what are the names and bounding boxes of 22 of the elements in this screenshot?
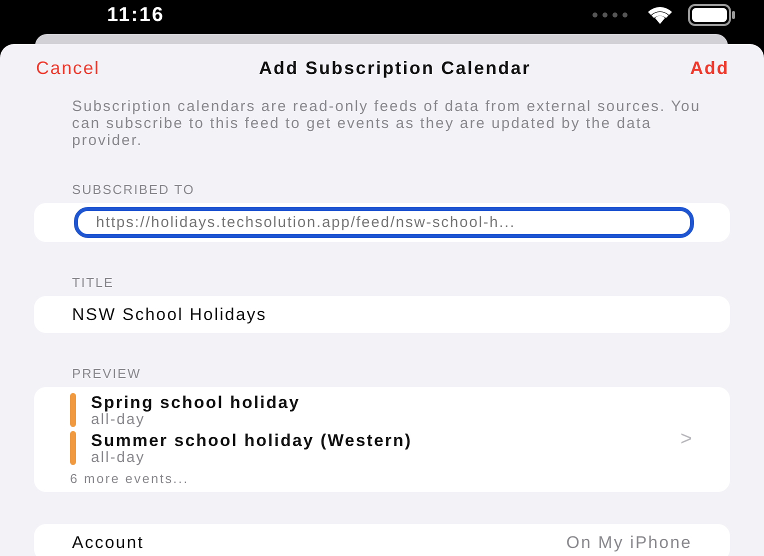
event-time: all-day	[91, 450, 146, 465]
account-label: Account	[72, 532, 144, 552]
section-header: SUBSCRIBED TO	[72, 182, 196, 198]
wifi-icon	[646, 5, 674, 25]
title-field[interactable]: NSW School Holidays	[34, 296, 730, 333]
account-row[interactable]: Account On My iPhone	[34, 524, 730, 556]
section-header: TITLE	[72, 275, 115, 291]
url-field[interactable]: https://holidays.techsolution.app/feed/nsw-school-h...	[74, 207, 694, 238]
section-header: PREVIEW	[72, 366, 142, 382]
sheet-title: Add Subscription Calendar	[258, 58, 531, 78]
account-value: On My iPhone	[566, 532, 692, 552]
chevron-icon: >	[680, 428, 692, 451]
event-title: Summer school holiday (Western)	[91, 431, 412, 450]
battery-icon	[688, 4, 736, 26]
add-button[interactable]: Add	[690, 58, 729, 78]
more-events-text: 6 more events...	[70, 471, 190, 486]
preview-card[interactable]: Spring school holiday all-day Summer school holiday (Western) all-day 6 more events... >	[34, 387, 730, 492]
event-title: Spring school holiday	[91, 393, 300, 412]
event-time: all-day	[91, 412, 145, 427]
status-time: 11:16	[107, 4, 165, 26]
description-text: Subscription calendars are read-only feeds of data from external sources. You can subscribe to this feed to get events as they are updated by the data provider.	[72, 98, 702, 149]
cancel-button[interactable]: Cancel	[36, 58, 100, 78]
